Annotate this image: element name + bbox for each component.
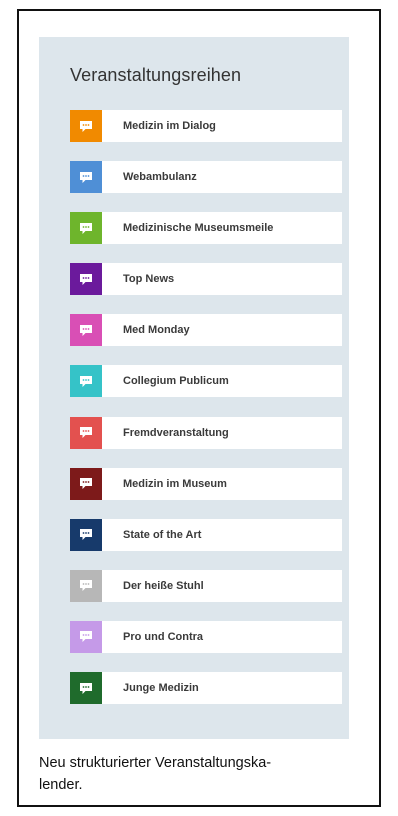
speech-bubble-icon	[70, 314, 102, 347]
event-series-widget: Veranstaltungsreihen Medizin im Dialog W…	[39, 37, 349, 739]
event-series-label: Medizin im Dialog	[123, 120, 216, 132]
event-series-item-medizinische-museumsmeile[interactable]: Medizinische Museumsmeile	[70, 212, 342, 245]
event-series-label: Fremdveranstaltung	[123, 426, 229, 439]
event-series-item-med-monday[interactable]: Med Monday	[70, 314, 342, 347]
speech-bubble-icon-glyph	[80, 580, 92, 592]
speech-bubble-icon-glyph	[80, 529, 92, 541]
speech-bubble-icon	[70, 212, 102, 245]
speech-bubble-icon-glyph	[80, 171, 92, 183]
speech-bubble-icon	[70, 620, 102, 653]
event-series-label: Med Monday	[123, 324, 190, 337]
speech-bubble-icon	[70, 263, 102, 296]
event-series-item-webambulanz[interactable]: Webambulanz	[70, 161, 342, 194]
speech-bubble-icon-glyph	[80, 375, 92, 387]
speech-bubble-icon-glyph	[80, 478, 92, 490]
speech-bubble-icon-glyph	[80, 273, 92, 285]
speech-bubble-icon	[70, 672, 102, 705]
event-series-item-top-news[interactable]: Top News	[70, 263, 342, 296]
event-series-label: Top News	[123, 273, 175, 286]
event-series-label: Junge Medizin	[123, 682, 199, 695]
speech-bubble-icon	[70, 416, 102, 449]
event-series-item-collegium-publicum[interactable]: Collegium Publicum	[70, 365, 342, 398]
widget-title: Veranstaltungsreihen	[70, 65, 242, 85]
event-series-label: Pro und Contra	[123, 630, 204, 643]
figure-frame: Veranstaltungsreihen Medizin im Dialog W…	[17, 9, 381, 807]
speech-bubble-icon	[70, 467, 102, 500]
event-series-item-medizin-im-dialog[interactable]: Medizin im Dialog	[70, 110, 342, 142]
event-series-item-der-heiße-stuhl[interactable]: Der heiße Stuhl	[70, 569, 342, 602]
event-series-list: Medizin im Dialog Webambulanz Medizinisc…	[70, 110, 342, 723]
speech-bubble-icon-glyph	[80, 120, 92, 132]
speech-bubble-icon-glyph	[80, 427, 92, 439]
event-series-label: Collegium Publicum	[123, 375, 229, 388]
speech-bubble-icon-glyph	[80, 631, 92, 643]
event-series-item-junge-medizin[interactable]: Junge Medizin	[70, 672, 342, 705]
event-series-item-state-of-the-art[interactable]: State of the Art	[70, 518, 342, 551]
speech-bubble-icon-glyph	[80, 324, 92, 336]
speech-bubble-icon	[70, 365, 102, 398]
event-series-label: Der heiße Stuhl	[123, 579, 204, 592]
event-series-item-fremdveranstaltung[interactable]: Fremdveranstaltung	[70, 416, 342, 449]
event-series-label: Medizinische Museumsmeile	[123, 222, 274, 235]
speech-bubble-icon-glyph	[80, 682, 92, 694]
speech-bubble-icon	[70, 110, 102, 142]
event-series-item-pro-und-contra[interactable]: Pro und Contra	[70, 620, 342, 653]
event-series-label: Webambulanz	[123, 171, 197, 184]
speech-bubble-icon	[70, 161, 102, 194]
event-series-item-medizin-im-museum[interactable]: Medizin im Museum	[70, 467, 342, 500]
speech-bubble-icon	[70, 518, 102, 551]
speech-bubble-icon-glyph	[80, 222, 92, 234]
speech-bubble-icon	[70, 569, 102, 602]
event-series-label: State of the Art	[123, 528, 202, 541]
figure-caption: Neu strukturierter Veranstaltungska-lend…	[39, 755, 272, 793]
event-series-label: Medizin im Museum	[123, 477, 227, 490]
